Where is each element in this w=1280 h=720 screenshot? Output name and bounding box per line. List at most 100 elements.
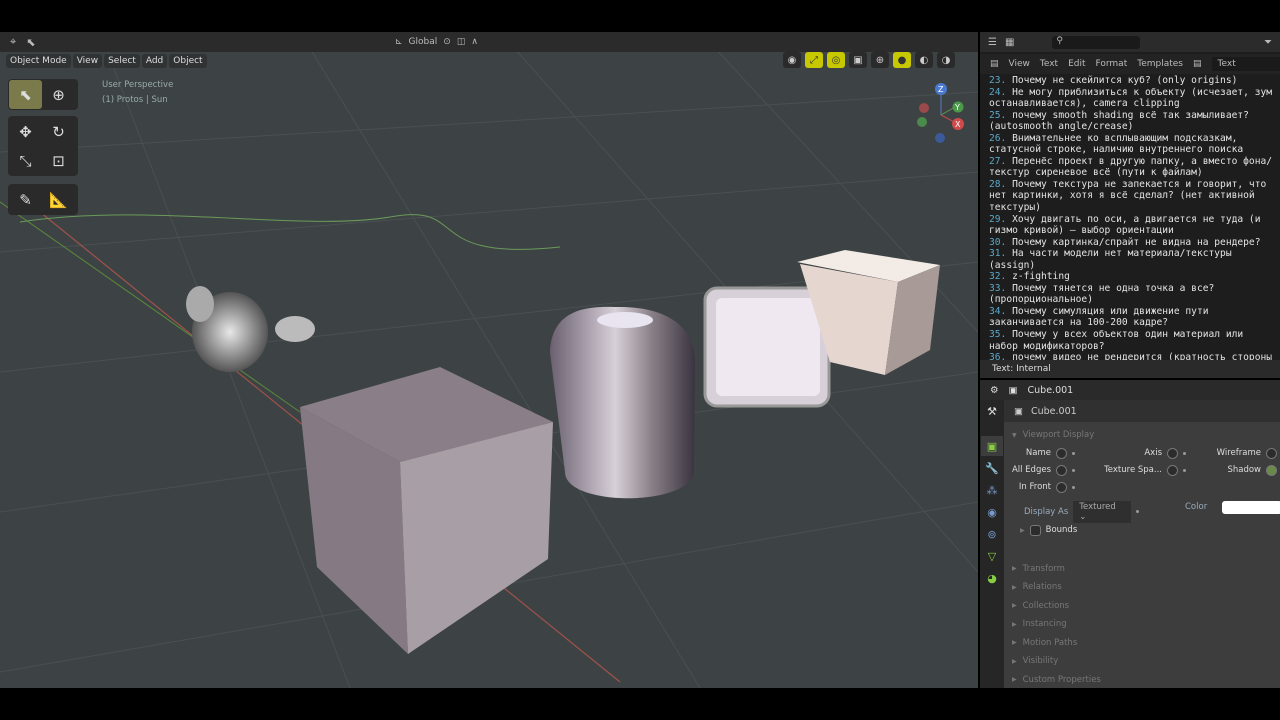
panel-collections[interactable]: ▶ Collections bbox=[1004, 597, 1280, 616]
display-as-label: Display As bbox=[1024, 506, 1069, 517]
color-swatch[interactable] bbox=[1222, 500, 1280, 514]
text-line[interactable]: 29. Хочу двигать по оси, а двигается не … bbox=[989, 214, 1276, 237]
menu-templates[interactable]: Templates bbox=[1137, 59, 1183, 69]
shadow-checkbox[interactable] bbox=[1266, 464, 1277, 476]
object-tab-icon[interactable]: ▣ bbox=[981, 436, 1003, 456]
object-data-name[interactable]: Cube.001 bbox=[1031, 406, 1077, 417]
filter-icon[interactable]: ⏷ bbox=[1264, 37, 1272, 48]
pivot-icon[interactable]: ⊙ bbox=[443, 37, 451, 47]
visibility-icon[interactable]: ◉ bbox=[783, 52, 801, 68]
panel-instancing[interactable]: ▶ Instancing bbox=[1004, 615, 1280, 634]
xray-icon[interactable]: ▣ bbox=[849, 52, 867, 68]
text-line[interactable]: 34. Почему симуляция или движение пути з… bbox=[989, 306, 1276, 329]
editor-type-icon[interactable]: ⚙ bbox=[990, 385, 999, 396]
display-mode-icon[interactable]: ☰ bbox=[988, 37, 997, 48]
line-number: 26. bbox=[989, 132, 1007, 144]
text-line[interactable]: 33. Почему тянется не одна точка а все? … bbox=[989, 283, 1276, 306]
mode-dropdown[interactable]: Object Mode bbox=[6, 54, 71, 68]
text-line[interactable]: 28. Почему текстура не запекается и гово… bbox=[989, 179, 1276, 214]
wireframe-checkbox[interactable] bbox=[1266, 447, 1277, 459]
rounded-cube-object[interactable] bbox=[703, 286, 831, 408]
material-tab-icon[interactable]: ◕ bbox=[981, 568, 1003, 588]
select-box-tool-icon[interactable]: ⬉ bbox=[9, 80, 42, 109]
text-datablock-name[interactable]: Text bbox=[1211, 57, 1280, 71]
display-as-dropdown[interactable]: Textured ⌄ bbox=[1073, 500, 1132, 523]
line-text: Почему текстура не запекается и говорит,… bbox=[989, 178, 1267, 214]
cylinder-object[interactable] bbox=[550, 306, 695, 499]
menu-edit[interactable]: Edit bbox=[1068, 59, 1085, 69]
editor-type-icon[interactable]: ▤ bbox=[990, 59, 999, 69]
panel-visibility[interactable]: ▶ Visibility bbox=[1004, 652, 1280, 671]
overlay-toggle-icon[interactable]: ◎ bbox=[827, 52, 845, 68]
move-tool-icon[interactable]: ✥ bbox=[9, 117, 42, 146]
tool-tab-icon[interactable]: ⚒ bbox=[981, 401, 1003, 421]
shading-rendered-icon[interactable]: ◑ bbox=[937, 52, 955, 68]
annotate-tool-icon[interactable]: ✎ bbox=[9, 185, 42, 214]
menu-object[interactable]: Object bbox=[169, 54, 207, 68]
transform-tool-icon[interactable]: ⊡ bbox=[42, 146, 75, 175]
text-line[interactable]: 27. Перенёс проект в другую папку, а вме… bbox=[989, 156, 1276, 179]
proportional-edit-icon[interactable]: ∧ bbox=[471, 37, 478, 47]
menu-add[interactable]: Add bbox=[141, 54, 168, 68]
line-number: 30. bbox=[989, 236, 1007, 248]
particles-tab-icon[interactable]: ⁂ bbox=[981, 480, 1003, 500]
text-body[interactable]: 23. Почему не скейлится куб? (only origi… bbox=[980, 74, 1280, 375]
select-tool-icon[interactable]: ⬉ bbox=[26, 36, 35, 49]
all-edges-checkbox[interactable] bbox=[1056, 464, 1067, 476]
panel-transform[interactable]: ▶ Transform bbox=[1004, 560, 1280, 579]
editor-type-icon[interactable]: ⌖ bbox=[10, 35, 16, 49]
text-line[interactable]: 31. На части модели нет материала/тексту… bbox=[989, 248, 1276, 271]
text-line[interactable]: 25. почему smooth shading всё так замыли… bbox=[989, 110, 1276, 133]
text-line[interactable]: 24. Не могу приблизиться к объекту (исче… bbox=[989, 87, 1276, 110]
scene-canvas[interactable]: Z Y X bbox=[0, 32, 978, 688]
rotate-tool-icon[interactable]: ↻ bbox=[42, 117, 75, 146]
axis-checkbox[interactable] bbox=[1167, 447, 1178, 459]
orientation-dropdown[interactable]: Global bbox=[409, 37, 438, 47]
viewport-shading-controls: ◉ ⤢ ◎ ▣ ⊕ ● ◐ ◑ bbox=[783, 52, 955, 68]
text-line[interactable]: 30. Почему картинка/спрайт не видна на р… bbox=[989, 237, 1276, 249]
cursor-tool-icon[interactable]: ⊕ bbox=[42, 80, 75, 109]
line-number: 33. bbox=[989, 282, 1007, 294]
panel-viewport-display[interactable]: ▼ Viewport Display bbox=[1004, 426, 1280, 445]
panel-motion-paths[interactable]: ▶ Motion Paths bbox=[1004, 634, 1280, 653]
text-line[interactable]: 26. Внимательнее ко всплывающим подсказк… bbox=[989, 133, 1276, 156]
text-line[interactable]: 35. Почему у всех объектов один материал… bbox=[989, 329, 1276, 352]
snap-icon[interactable]: ◫ bbox=[457, 37, 466, 47]
panel-relations[interactable]: ▶ Relations bbox=[1004, 578, 1280, 597]
constraints-tab-icon[interactable]: ⊚ bbox=[981, 524, 1003, 544]
shadow-label: Shadow bbox=[1227, 465, 1261, 475]
measure-tool-icon[interactable]: 📐 bbox=[42, 185, 75, 214]
monkey-object[interactable] bbox=[186, 286, 315, 372]
collapsed-icon: ▶ bbox=[1012, 583, 1017, 591]
gizmo-toggle-icon[interactable]: ⤢ bbox=[805, 52, 823, 68]
panel-custom-properties[interactable]: ▶ Custom Properties bbox=[1004, 671, 1280, 690]
mesh-data-tab-icon[interactable]: ▽ bbox=[981, 546, 1003, 566]
texture-space-checkbox[interactable] bbox=[1167, 464, 1178, 476]
view-layer-icon[interactable]: ▦ bbox=[1005, 37, 1014, 48]
menu-select[interactable]: Select bbox=[104, 54, 140, 68]
scale-tool-icon[interactable]: ⤡ bbox=[9, 146, 42, 175]
bounds-checkbox[interactable] bbox=[1029, 524, 1041, 536]
line-text: Не могу приблизиться к объекту (исчезает… bbox=[989, 86, 1273, 110]
name-checkbox[interactable] bbox=[1056, 447, 1067, 459]
text-line[interactable]: 32. z-fighting bbox=[989, 271, 1276, 283]
view-perspective-label: User Perspective bbox=[102, 80, 174, 90]
3d-viewport[interactable]: Z Y X ⌖ ⬉ ⊾ Global ⊙ ◫ ∧ Object Mode Vie… bbox=[0, 32, 978, 688]
menu-text[interactable]: Text bbox=[1040, 59, 1058, 69]
object-datablock[interactable]: ▣ Cube.001 bbox=[1004, 400, 1280, 422]
search-input[interactable]: ⚲ bbox=[1052, 35, 1141, 49]
shading-material-icon[interactable]: ◐ bbox=[915, 52, 933, 68]
physics-tab-icon[interactable]: ◉ bbox=[981, 502, 1003, 522]
shading-wireframe-icon[interactable]: ⊕ bbox=[871, 52, 889, 68]
menu-view[interactable]: View bbox=[72, 54, 103, 68]
text-line[interactable]: 23. Почему не скейлится куб? (only origi… bbox=[989, 75, 1276, 87]
line-text: Почему у всех объектов один материал или… bbox=[989, 329, 1244, 352]
modifier-tab-icon[interactable]: 🔧 bbox=[981, 458, 1003, 478]
cube-object[interactable] bbox=[300, 367, 553, 654]
navigation-gizmo[interactable]: Z Y X bbox=[917, 83, 964, 143]
in-front-checkbox[interactable] bbox=[1056, 481, 1067, 493]
text-datablock-icon[interactable]: ▤ bbox=[1193, 59, 1202, 69]
shading-solid-icon[interactable]: ● bbox=[893, 52, 911, 68]
menu-view[interactable]: View bbox=[1009, 59, 1030, 69]
menu-format[interactable]: Format bbox=[1096, 59, 1128, 69]
